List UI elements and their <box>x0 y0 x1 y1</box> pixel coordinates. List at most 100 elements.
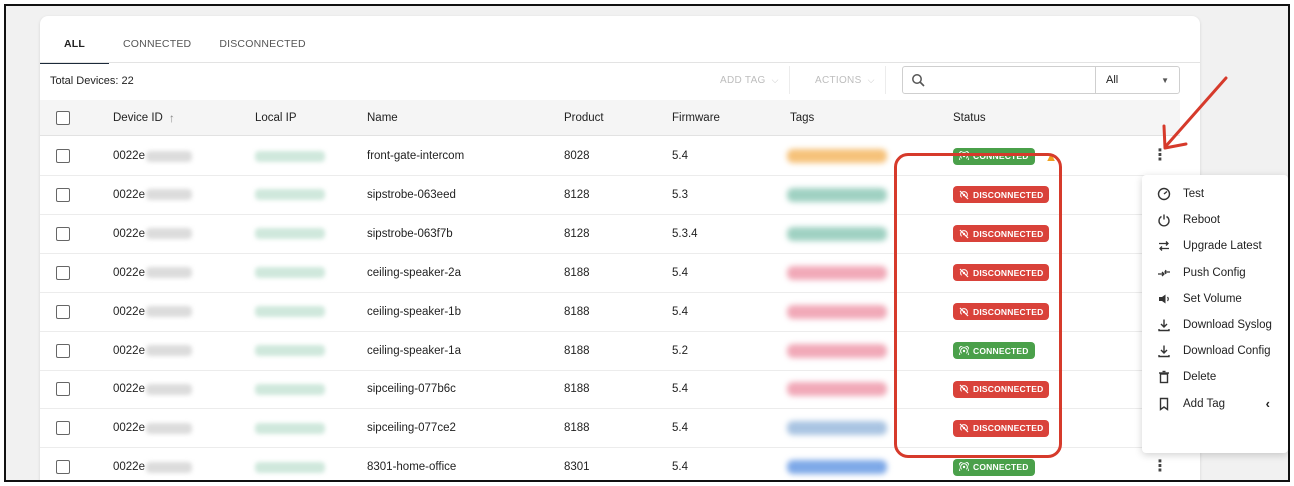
row-checkbox-cell <box>56 370 70 408</box>
column-tags[interactable]: Tags <box>790 100 814 135</box>
row-checkbox[interactable] <box>56 421 70 436</box>
row-checkbox[interactable] <box>56 265 70 280</box>
select-all-cell <box>56 100 70 135</box>
column-device-id-label: Device ID <box>113 111 163 124</box>
power-icon <box>1156 212 1172 228</box>
table-row[interactable]: 0022e sipstrobe-063eed 8128 5.3 DISCONNE… <box>40 176 1180 215</box>
menu-item-set-volume[interactable]: Set Volume <box>1142 286 1288 312</box>
status-cell: CONNECTED <box>953 448 1035 480</box>
select-all-checkbox[interactable] <box>56 110 70 125</box>
column-product[interactable]: Product <box>564 100 604 135</box>
row-checkbox[interactable] <box>56 187 70 202</box>
filter-select[interactable]: All ▼ <box>1095 67 1179 93</box>
device-id-text: 0022e <box>113 227 145 240</box>
sort-arrow-up-icon: ↑ <box>168 110 175 125</box>
redacted-tag <box>787 187 887 202</box>
menu-item-label: Set Volume <box>1183 292 1242 305</box>
status-cell: DISCONNECTED <box>953 293 1050 331</box>
menu-item-test[interactable]: Test <box>1142 181 1288 207</box>
device-id-text: 0022e <box>113 188 145 201</box>
column-local-ip[interactable]: Local IP <box>255 100 297 135</box>
status-badge-label: DISCONNECTED <box>973 189 1044 200</box>
table-row[interactable]: 0022e ceiling-speaker-2a 8188 5.4 DISCON… <box>40 254 1180 293</box>
status-cell: DISCONNECTED <box>953 370 1050 408</box>
table-row[interactable]: 0022e ceiling-speaker-1b 8188 5.4 DISCON… <box>40 293 1180 332</box>
devices-card: ALL CONNECTED DISCONNECTED Total Devices… <box>40 16 1200 480</box>
row-checkbox[interactable] <box>56 304 70 319</box>
firmware-version: 5.4 <box>672 383 688 396</box>
chevron-left-icon: ‹ <box>1265 396 1270 412</box>
device-id-text: 0022e <box>113 150 145 162</box>
warning-icon: ▲ <box>1044 148 1058 164</box>
column-device-id[interactable]: Device ID ↑ <box>113 100 175 135</box>
status-badge: DISCONNECTED <box>953 186 1050 204</box>
product-number: 8188 <box>564 305 590 318</box>
table-row[interactable]: 0022e sipceiling-077b6c 8188 5.4 DISCONN… <box>40 370 1180 410</box>
more-vert-icon[interactable]: ⋮ <box>1152 459 1168 475</box>
add-tag-label: ADD TAG <box>720 74 766 86</box>
status-cell: CONNECTED <box>953 332 1035 370</box>
status-cell: DISCONNECTED <box>953 176 1050 214</box>
status-badge: DISCONNECTED <box>953 225 1050 243</box>
column-status[interactable]: Status <box>953 100 986 135</box>
redacted-local-ip <box>255 306 325 318</box>
tags-cell <box>787 176 887 214</box>
actions-button[interactable]: ACTIONS ⌵ <box>805 66 886 94</box>
column-name[interactable]: Name <box>367 100 398 135</box>
device-id-text: 0022e <box>113 344 145 357</box>
row-checkbox[interactable] <box>56 226 70 241</box>
total-devices-count: Total Devices: 22 <box>50 75 134 87</box>
row-checkbox[interactable] <box>56 460 70 475</box>
redacted-local-ip <box>255 422 325 434</box>
row-checkbox[interactable] <box>56 149 70 163</box>
tab-all[interactable]: ALL <box>40 32 110 64</box>
tags-cell <box>787 215 887 253</box>
menu-item-push-config[interactable]: Push Config <box>1142 260 1288 286</box>
firmware-version: 5.4 <box>672 461 688 474</box>
menu-item-add-tag[interactable]: Add Tag ‹ <box>1142 391 1288 417</box>
row-checkbox[interactable] <box>56 343 70 358</box>
device-name: sipstrobe-063f7b <box>367 227 453 240</box>
menu-item-download-config[interactable]: Download Config <box>1142 338 1288 364</box>
firmware-version: 5.3.4 <box>672 227 698 240</box>
status-badge-label: CONNECTED <box>973 345 1029 356</box>
local-ip-cell <box>255 332 325 370</box>
status-badge: DISCONNECTED <box>953 380 1050 398</box>
menu-item-reboot[interactable]: Reboot <box>1142 207 1288 233</box>
tab-disconnected[interactable]: DISCONNECTED <box>205 32 319 62</box>
signal-off-icon <box>959 229 969 239</box>
table-row[interactable]: 0022e sipceiling-077ce2 8188 5.4 DISCONN… <box>40 409 1180 449</box>
table-row[interactable]: 0022e front-gate-intercom 8028 5.4 CONNE… <box>40 137 1180 176</box>
column-firmware[interactable]: Firmware <box>672 100 720 135</box>
device-id-cell: 0022e <box>113 176 192 214</box>
local-ip-cell <box>255 254 325 292</box>
table-header: Device ID ↑ Local IP Name Product Firmwa… <box>40 100 1180 136</box>
redacted-device-id <box>145 345 192 356</box>
download-icon <box>1156 343 1172 359</box>
download-icon <box>1156 317 1172 333</box>
add-tag-button[interactable]: ADD TAG ⌵ <box>710 66 790 94</box>
table-row[interactable]: 0022e sipstrobe-063f7b 8128 5.3.4 DISCON… <box>40 215 1180 254</box>
tags-cell <box>787 448 887 480</box>
search-input[interactable] <box>933 68 1095 92</box>
device-name: ceiling-speaker-1a <box>367 344 461 357</box>
more-vert-icon[interactable]: ⋮ <box>1152 148 1168 164</box>
firmware-version: 5.4 <box>672 150 688 162</box>
device-id-text: 0022e <box>113 461 145 474</box>
tags-cell <box>787 370 887 408</box>
tab-connected[interactable]: CONNECTED <box>109 32 205 62</box>
menu-item-download-syslog[interactable]: Download Syslog <box>1142 312 1288 338</box>
row-checkbox-cell <box>56 137 70 175</box>
local-ip-cell <box>255 448 325 480</box>
row-checkbox-cell <box>56 215 70 253</box>
row-checkbox-cell <box>56 176 70 214</box>
menu-item-delete[interactable]: Delete <box>1142 364 1288 390</box>
search-icon <box>903 73 933 87</box>
row-checkbox[interactable] <box>56 382 70 397</box>
device-name: ceiling-speaker-1b <box>367 305 461 318</box>
menu-item-upgrade-latest[interactable]: Upgrade Latest <box>1142 233 1288 259</box>
table-row[interactable]: 0022e ceiling-speaker-1a 8188 5.2 CONNEC… <box>40 332 1180 371</box>
table-row[interactable]: 0022e 8301-home-office 8301 5.4 CONNECTE… <box>40 448 1180 480</box>
signal-off-icon <box>959 190 969 200</box>
device-id-text: 0022e <box>113 266 145 279</box>
